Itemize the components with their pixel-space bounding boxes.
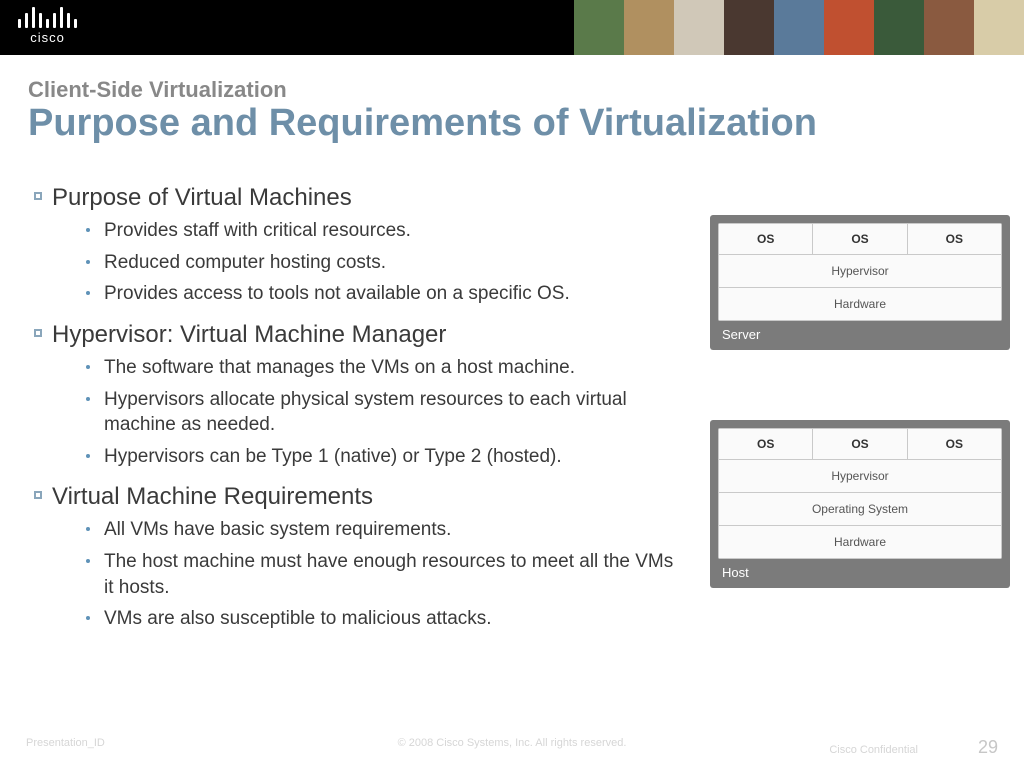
square-bullet-icon — [34, 192, 42, 200]
bullet-text: Reduced computer hosting costs. — [104, 250, 386, 276]
diagram-label: Host — [718, 559, 1002, 580]
diagram-cell-os: OS — [908, 224, 1001, 255]
cisco-logo: cisco — [0, 0, 77, 45]
section-heading: Virtual Machine Requirements — [34, 483, 674, 511]
bullet-text: VMs are also susceptible to malicious at… — [104, 606, 492, 632]
section-heading: Purpose of Virtual Machines — [34, 184, 674, 212]
diagram-label: Server — [718, 321, 1002, 342]
dot-bullet-icon — [86, 365, 90, 369]
logo-text: cisco — [30, 30, 65, 45]
dot-bullet-icon — [86, 291, 90, 295]
dot-bullet-icon — [86, 454, 90, 458]
content-area: Purpose of Virtual Machines Provides sta… — [34, 170, 674, 638]
square-bullet-icon — [34, 491, 42, 499]
bullet-text: Provides access to tools not available o… — [104, 281, 570, 307]
bullet-text: Hypervisors allocate physical system res… — [104, 387, 674, 438]
section-title: Hypervisor: Virtual Machine Manager — [52, 321, 446, 349]
square-bullet-icon — [34, 329, 42, 337]
diagram-row: Hypervisor — [719, 255, 1001, 288]
diagram-cell-os: OS — [813, 224, 907, 255]
diagram-row: Hypervisor — [719, 460, 1001, 493]
diagram-row: Hardware — [719, 288, 1001, 320]
footer-right: Cisco Confidential — [829, 744, 918, 756]
dot-bullet-icon — [86, 559, 90, 563]
dot-bullet-icon — [86, 228, 90, 232]
diagram-cell-os: OS — [908, 429, 1001, 460]
bullet-text: All VMs have basic system requirements. — [104, 517, 451, 543]
dot-bullet-icon — [86, 397, 90, 401]
diagram-cell-os: OS — [719, 224, 813, 255]
diagram-row: Operating System — [719, 493, 1001, 526]
photo-strip — [574, 0, 1024, 55]
cisco-bridge-icon — [18, 4, 77, 28]
diagram-cell-os: OS — [813, 429, 907, 460]
footer-center: © 2008 Cisco Systems, Inc. All rights re… — [398, 737, 627, 749]
bullet-text: The software that manages the VMs on a h… — [104, 355, 575, 381]
dot-bullet-icon — [86, 527, 90, 531]
diagram-row: Hardware — [719, 526, 1001, 558]
top-bar: cisco — [0, 0, 1024, 55]
dot-bullet-icon — [86, 260, 90, 264]
slide-subtitle: Client-Side Virtualization — [0, 55, 1024, 103]
diagram-server: OS OS OS Hypervisor Hardware Server — [710, 215, 1010, 350]
section-title: Virtual Machine Requirements — [52, 483, 373, 511]
diagram-host: OS OS OS Hypervisor Operating System Har… — [710, 420, 1010, 588]
bullet-text: The host machine must have enough resour… — [104, 549, 674, 600]
bullet-text: Hypervisors can be Type 1 (native) or Ty… — [104, 444, 562, 470]
bullet-text: Provides staff with critical resources. — [104, 218, 411, 244]
section-heading: Hypervisor: Virtual Machine Manager — [34, 321, 674, 349]
diagram-cell-os: OS — [719, 429, 813, 460]
footer-left: Presentation_ID — [26, 737, 105, 758]
page-number: 29 — [978, 737, 998, 758]
footer: Presentation_ID © 2008 Cisco Systems, In… — [0, 737, 1024, 758]
slide-title: Purpose and Requirements of Virtualizati… — [0, 103, 1024, 145]
dot-bullet-icon — [86, 616, 90, 620]
section-title: Purpose of Virtual Machines — [52, 184, 352, 212]
